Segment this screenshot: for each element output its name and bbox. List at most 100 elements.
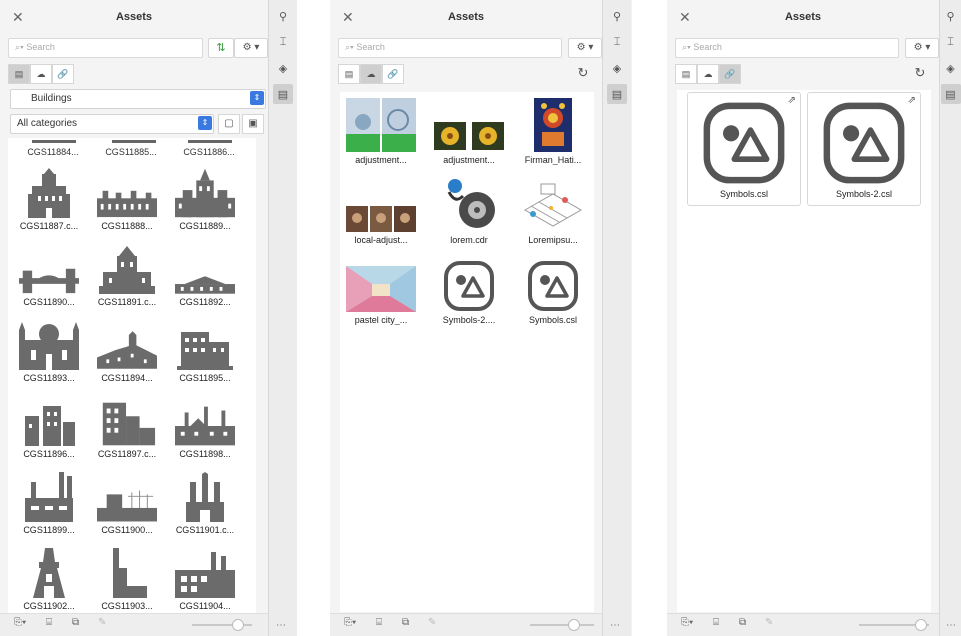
copy-icon[interactable]: ⧉ <box>739 617 746 628</box>
copy-icon[interactable]: ⧉ <box>72 617 79 628</box>
layers-icon[interactable]: ◈ <box>273 58 293 78</box>
building-thumbnail <box>19 546 79 598</box>
filter-button[interactable]: ⇅ <box>208 38 234 58</box>
asset-item[interactable]: CGS11900... <box>90 470 164 535</box>
asset-item[interactable]: Symbols.csl <box>514 256 592 325</box>
asset-item[interactable]: CGS11896... <box>12 394 86 459</box>
slider-knob[interactable] <box>232 619 244 631</box>
tab-cloud[interactable]: ☁ <box>30 64 52 84</box>
item-label: Symbols-2.... <box>442 315 496 325</box>
asset-item[interactable]: adjustment... <box>430 96 508 165</box>
edit-icon[interactable]: ✎ <box>98 617 106 628</box>
asset-item[interactable]: CGS11897.c... <box>90 394 164 459</box>
tab-linked[interactable]: 🔗 <box>52 64 74 84</box>
partial-thumb <box>112 140 156 143</box>
view-grid-button[interactable]: ▢ <box>218 114 240 134</box>
asset-item[interactable]: CGS11901.c... <box>168 470 242 535</box>
asset-item[interactable]: local-adjust... <box>342 176 420 245</box>
thumbnail-size-slider[interactable] <box>192 619 252 631</box>
slider-knob[interactable] <box>568 619 580 631</box>
asset-item[interactable]: CGS11887.c... <box>12 166 86 231</box>
source-tabs: ▤ ☁ 🔗 ↻ <box>338 64 594 84</box>
import-icon[interactable]: ⎘▾ <box>14 617 26 628</box>
library-dropdown[interactable]: Buildings ⇕ <box>10 89 266 109</box>
layers-icon[interactable]: ◈ <box>941 58 961 78</box>
ruler-icon[interactable]: ⌶ <box>273 32 293 52</box>
asset-item[interactable]: CGS11902... <box>12 546 86 611</box>
ruler-icon[interactable]: ⌶ <box>941 32 961 52</box>
asset-item[interactable]: CGS11894... <box>90 318 164 383</box>
assets-icon[interactable]: ▤ <box>940 84 961 104</box>
asset-item[interactable]: CGS11889... <box>168 166 242 231</box>
item-label: CGS11901.c... <box>175 525 235 535</box>
asset-item[interactable]: Firman_Hati... <box>514 96 592 165</box>
asset-item[interactable]: Loremipsu... <box>514 176 592 245</box>
tab-local[interactable]: ▤ <box>675 64 697 84</box>
ruler-icon[interactable]: ⌶ <box>607 32 627 52</box>
settings-button[interactable]: ⚙ ▾ <box>234 38 268 58</box>
layers-icon[interactable]: ◈ <box>607 58 627 78</box>
edit-icon[interactable]: ✎ <box>765 617 773 628</box>
more-icon[interactable]: ⋯ <box>946 620 956 631</box>
item-label: CGS11888... <box>101 221 153 231</box>
import-icon[interactable]: ⎘▾ <box>344 617 356 628</box>
import-icon[interactable]: ⎘▾ <box>681 617 693 628</box>
settings-button[interactable]: ⚙ ▾ <box>905 38 939 58</box>
tab-local[interactable]: ▤ <box>338 64 360 84</box>
tab-linked[interactable]: 🔗 <box>719 64 741 84</box>
category-dropdown-value: All categories <box>17 118 78 129</box>
settings-button[interactable]: ⚙ ▾ <box>568 38 602 58</box>
folder-icon[interactable]: ⌸ <box>713 617 719 628</box>
thumbnail-size-slider[interactable] <box>859 619 929 631</box>
tab-local[interactable]: ▤ <box>8 64 30 84</box>
item-label: Symbols-2.csl <box>835 189 892 199</box>
asset-item[interactable]: CGS11903... <box>90 546 164 611</box>
tab-cloud[interactable]: ☁ <box>360 64 382 84</box>
asset-item[interactable]: CGS11888... <box>90 166 164 231</box>
refresh-icon[interactable]: ↻ <box>909 64 931 82</box>
copy-icon[interactable]: ⧉ <box>402 617 409 628</box>
pin-icon[interactable]: ⚲ <box>273 6 293 26</box>
asset-item[interactable]: CGS11890... <box>12 242 86 307</box>
pin-icon[interactable]: ⚲ <box>941 6 961 26</box>
assets-panel-1: ✕ Assets ⌕▾ Search ⇅ ⚙ ▾ ▤ ☁ 🔗 Buildings… <box>0 0 297 636</box>
asset-item[interactable]: CGS11891.c... <box>90 242 164 307</box>
search-input[interactable]: ⌕▾ Search <box>675 38 899 58</box>
asset-item[interactable]: CGS11899... <box>12 470 86 535</box>
slider-knob[interactable] <box>915 619 927 631</box>
asset-item[interactable]: CGS11893... <box>12 318 86 383</box>
thumbnail-size-slider[interactable] <box>530 619 594 631</box>
item-label: local-adjust... <box>354 235 408 245</box>
asset-item[interactable]: CGS11895... <box>168 318 242 383</box>
assets-icon[interactable]: ▤ <box>607 84 627 104</box>
more-icon[interactable]: ⋯ <box>276 620 286 631</box>
building-thumbnail <box>97 394 157 446</box>
edit-icon[interactable]: ✎ <box>428 617 436 628</box>
folder-icon[interactable]: ⌸ <box>46 617 52 628</box>
category-dropdown[interactable]: All categories ⇕ <box>10 114 214 134</box>
building-thumbnail <box>19 394 79 446</box>
search-placeholder: ⌕▾ Search <box>15 42 55 52</box>
asset-item[interactable]: Symbols-2.... <box>430 256 508 325</box>
assets-icon[interactable]: ▤ <box>273 84 293 104</box>
item-label: CGS11887.c... <box>19 221 79 231</box>
asset-card[interactable]: ⇗ Symbols-2.csl <box>807 92 921 206</box>
asset-item[interactable]: CGS11898... <box>168 394 242 459</box>
item-label: CGS11892... <box>179 297 231 307</box>
more-icon[interactable]: ⋯ <box>610 620 620 631</box>
search-input[interactable]: ⌕▾ Search <box>8 38 203 58</box>
asset-item[interactable]: pastel city_... <box>342 256 420 325</box>
asset-item[interactable]: lorem.cdr <box>430 176 508 245</box>
pin-icon[interactable]: ⚲ <box>607 6 627 26</box>
search-input[interactable]: ⌕▾ Search <box>338 38 562 58</box>
refresh-icon[interactable]: ↻ <box>572 64 594 82</box>
tab-linked[interactable]: 🔗 <box>382 64 404 84</box>
asset-item[interactable]: CGS11904... <box>168 546 242 611</box>
tab-cloud[interactable]: ☁ <box>697 64 719 84</box>
folder-icon[interactable]: ⌸ <box>376 617 382 628</box>
asset-card[interactable]: ⇗ Symbols.csl <box>687 92 801 206</box>
view-details-button[interactable]: ▣ <box>242 114 264 134</box>
asset-item[interactable]: adjustment... <box>342 96 420 165</box>
asset-item[interactable]: CGS11892... <box>168 242 242 307</box>
item-label: CGS11895... <box>179 373 231 383</box>
